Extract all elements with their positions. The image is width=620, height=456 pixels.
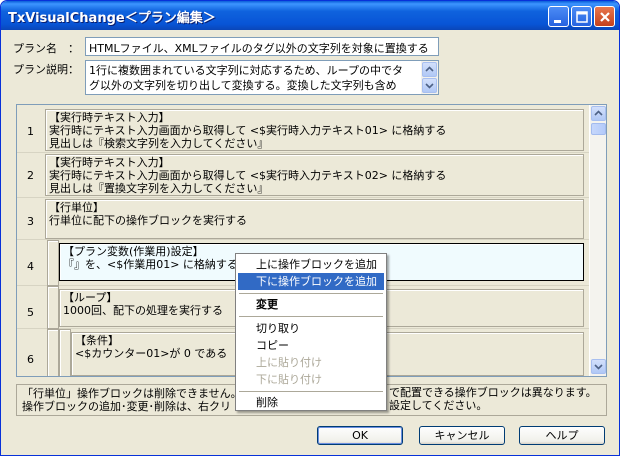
minimize-icon (554, 20, 561, 23)
scroll-down-button[interactable] (422, 78, 437, 93)
menu-item-copy[interactable]: コピー (238, 337, 384, 354)
close-icon (600, 12, 610, 22)
row-number: 4 (27, 260, 34, 273)
maximize-icon (576, 11, 588, 23)
description-scrollbar[interactable] (421, 61, 438, 94)
nest-indent-bar (47, 329, 59, 376)
menu-item-edit[interactable]: 変更 (238, 296, 384, 313)
block-text: 実行時にテキスト入力画面から取得して <$実行時入力テキスト02> に格納する (49, 169, 447, 182)
info-line: 設定してください。 (389, 399, 488, 412)
chevron-down-icon (425, 83, 434, 89)
operation-block[interactable]: 【実行時テキスト入力】 実行時にテキスト入力画面から取得して <$実行時入力テキ… (45, 154, 584, 196)
description-line: グ以外の文字列を切り出して変換する。変換した文字列も含め (89, 79, 397, 92)
block-text: 実行時にテキスト入力画面から取得して <$実行時入力テキスト01> に格納する (49, 124, 447, 137)
block-list-scrollbar[interactable] (590, 105, 606, 376)
scroll-up-button[interactable] (422, 62, 437, 77)
dialog-window: TxVisualChange＜プラン編集＞ プラン名 ： HTMLファイル、XM… (0, 0, 620, 456)
menu-separator (239, 391, 383, 392)
chevron-up-icon (594, 110, 603, 116)
nest-indent-bar (47, 240, 59, 286)
block-text: 見出しは『置換文字列を入力してください』 (49, 182, 269, 195)
title-bar[interactable]: TxVisualChange＜プラン編集＞ (1, 1, 619, 30)
chevron-down-icon (594, 364, 603, 370)
menu-separator (239, 293, 383, 294)
minimize-button[interactable] (548, 6, 569, 27)
row-number: 1 (27, 125, 34, 138)
block-title: 【行単位】 (49, 201, 104, 214)
block-title: 【実行時テキスト入力】 (49, 156, 170, 169)
plan-description-label: プラン説明： (13, 63, 79, 76)
info-line: で配置できる操作ブロックは異なります。 (389, 386, 597, 399)
nest-indent-bar (59, 329, 71, 376)
operation-block[interactable]: 【行単位】 行単位に配下の操作ブロックを実行する (45, 199, 584, 239)
block-row: 3 【行単位】 行単位に配下の操作ブロックを実行する (17, 198, 589, 240)
window-title: TxVisualChange＜プラン編集＞ (8, 11, 216, 26)
chevron-up-icon (425, 66, 434, 72)
row-number: 5 (27, 306, 34, 319)
menu-separator (239, 316, 383, 317)
description-line: 1行に複数囲まれている文字列に対応するため、ループの中でタ (89, 64, 404, 77)
scroll-up-button[interactable] (591, 106, 606, 121)
ok-button[interactable]: OK (317, 426, 403, 445)
plan-name-label: プラン名 ： (13, 42, 79, 55)
context-menu: 上に操作ブロックを追加 下に操作ブロックを追加 変更 切り取り コピー 上に貼り… (235, 253, 387, 411)
scroll-down-button[interactable] (591, 359, 606, 374)
block-title: 【実行時テキスト入力】 (49, 111, 170, 124)
row-number: 2 (27, 169, 34, 182)
row-number: 3 (27, 215, 34, 228)
close-button[interactable] (594, 6, 615, 27)
block-row: 1 【実行時テキスト入力】 実行時にテキスト入力画面から取得して <$実行時入力… (17, 105, 589, 153)
menu-item-add-above[interactable]: 上に操作ブロックを追加 (238, 256, 384, 273)
plan-description-textarea[interactable]: 1行に複数囲まれている文字列に対応するため、ループの中でタ グ以外の文字列を切り… (85, 60, 439, 95)
menu-item-paste-above[interactable]: 上に貼り付け (238, 354, 384, 371)
block-text: 見出しは『検索文字列を入力してください』 (49, 137, 269, 150)
operation-block[interactable]: 【実行時テキスト入力】 実行時にテキスト入力画面から取得して <$実行時入力テキ… (45, 109, 584, 151)
menu-item-paste-below[interactable]: 下に貼り付け (238, 371, 384, 388)
maximize-button[interactable] (571, 6, 592, 27)
block-row: 2 【実行時テキスト入力】 実行時にテキスト入力画面から取得して <$実行時入力… (17, 153, 589, 198)
info-message-right: で配置できる操作ブロックは異なります。 設定してください。 (389, 386, 604, 412)
menu-item-cut[interactable]: 切り取り (238, 320, 384, 337)
scrollbar-thumb[interactable] (591, 123, 606, 135)
nest-indent-bar (47, 286, 59, 329)
block-text: 行単位に配下の操作ブロックを実行する (49, 214, 247, 227)
menu-item-delete[interactable]: 削除 (238, 394, 384, 411)
menu-item-add-below[interactable]: 下に操作ブロックを追加 (238, 273, 384, 290)
plan-name-input[interactable]: HTMLファイル、XMLファイルのタグ以外の文字列を対象に置換する (85, 37, 439, 56)
cancel-button[interactable]: キャンセル (419, 426, 505, 445)
row-number: 6 (27, 353, 34, 366)
help-button[interactable]: ヘルプ (519, 426, 605, 445)
